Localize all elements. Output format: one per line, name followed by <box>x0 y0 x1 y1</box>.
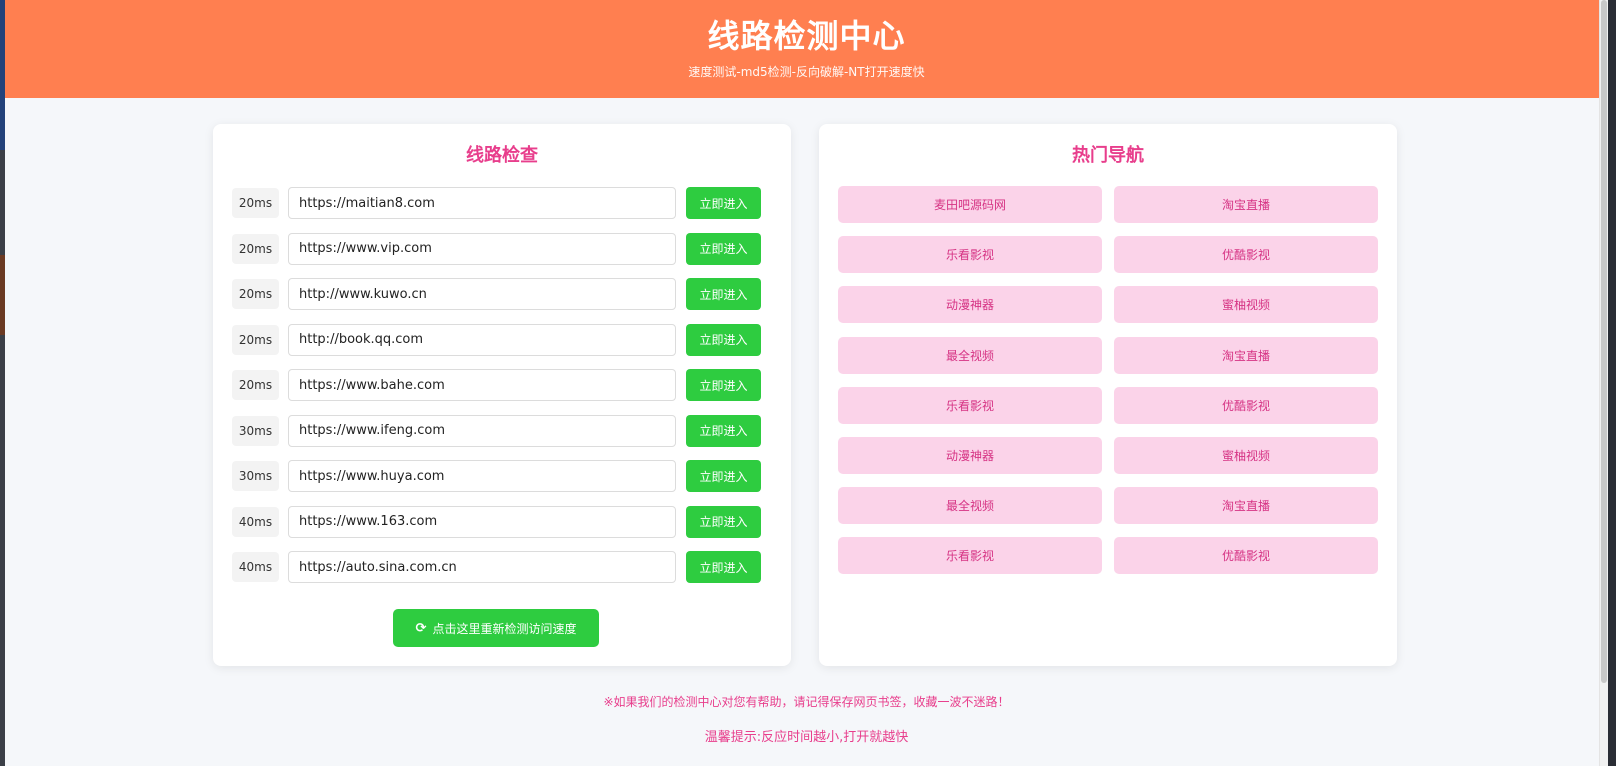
line-check-title: 线路检查 <box>466 145 538 166</box>
page-scrollbar[interactable] <box>1599 0 1608 766</box>
enter-button[interactable]: 立即进入 <box>686 505 761 538</box>
refresh-icon: ⟳ <box>415 620 427 636</box>
line-row: 20ms https://www.vip.com 立即进入 <box>232 232 772 266</box>
url-field[interactable]: http://www.kuwo.cn <box>288 278 676 310</box>
latency-badge: 20ms <box>232 279 279 309</box>
line-row: 40ms https://auto.sina.com.cn 立即进入 <box>232 550 772 584</box>
hot-nav-link[interactable]: 优酷影视 <box>1114 537 1378 575</box>
page-title: 线路检测中心 <box>707 17 906 55</box>
hot-nav-link[interactable]: 乐看影视 <box>838 537 1102 575</box>
hot-nav-link[interactable]: 淘宝直播 <box>1114 487 1378 525</box>
url-field[interactable]: https://maitian8.com <box>288 187 676 219</box>
enter-button[interactable]: 立即进入 <box>686 232 761 265</box>
url-field[interactable]: https://www.huya.com <box>288 460 676 492</box>
latency-badge: 20ms <box>232 233 279 264</box>
line-row: 30ms https://www.huya.com 立即进入 <box>232 459 772 493</box>
hot-nav-link[interactable]: 优酷影视 <box>1114 236 1378 274</box>
latency-badge: 20ms <box>232 188 279 218</box>
enter-button[interactable]: 立即进入 <box>686 369 761 401</box>
latency-badge: 20ms <box>232 370 279 400</box>
footer-tip: 温馨提示:反应时间越小,打开就越快 <box>704 730 909 745</box>
recheck-button[interactable]: ⟳ 点击这里重新检测访问速度 <box>393 609 599 647</box>
recheck-label: 点击这里重新检测访问速度 <box>432 621 577 636</box>
line-row: 20ms http://www.kuwo.cn 立即进入 <box>232 277 772 311</box>
enter-button[interactable]: 立即进入 <box>686 414 761 447</box>
hot-nav-title: 热门导航 <box>1072 145 1144 166</box>
browser-page: 线路检测中心 速度测试-md5检测-反向破解-NT打开速度快 线路检查 20ms… <box>5 0 1608 766</box>
url-field[interactable]: https://www.vip.com <box>288 232 676 265</box>
hot-nav-link[interactable]: 乐看影视 <box>838 386 1102 424</box>
enter-button[interactable]: 立即进入 <box>686 187 761 219</box>
page-subtitle: 速度测试-md5检测-反向破解-NT打开速度快 <box>688 65 925 79</box>
line-row: 30ms https://www.ifeng.com 立即进入 <box>232 414 772 448</box>
latency-badge: 40ms <box>232 506 279 537</box>
latency-badge: 20ms <box>232 324 279 355</box>
url-field[interactable]: https://auto.sina.com.cn <box>288 551 676 583</box>
line-row: 20ms http://book.qq.com 立即进入 <box>232 323 772 357</box>
page-header: 线路检测中心 速度测试-md5检测-反向破解-NT打开速度快 <box>5 0 1608 98</box>
scrollbar-thumb[interactable] <box>1601 0 1607 683</box>
latency-badge: 30ms <box>232 415 279 446</box>
line-check-list: 20ms https://maitian8.com 立即进入 20ms https://… <box>232 186 772 596</box>
hot-nav-link[interactable]: 最全视频 <box>838 487 1102 525</box>
url-field[interactable]: https://www.ifeng.com <box>288 414 676 447</box>
line-check-card: 线路检查 20ms https://maitian8.com 立即进入 20ms htt… <box>213 124 791 666</box>
hot-nav-link[interactable]: 动漫神器 <box>838 436 1102 474</box>
enter-button[interactable]: 立即进入 <box>686 460 761 492</box>
hot-nav-card: 热门导航 麦田吧源码网 淘宝直播 乐看影视 优酷影视 动漫神器 蜜柚视频 最全视频 淘宝直播乐… <box>819 124 1397 666</box>
line-row: 20ms https://maitian8.com 立即进入 <box>232 186 772 220</box>
hot-nav-link[interactable]: 淘宝直播 <box>1114 336 1378 374</box>
latency-badge: 30ms <box>232 461 279 491</box>
hot-nav-link[interactable]: 最全视频 <box>838 336 1102 374</box>
hot-nav-link[interactable]: 动漫神器 <box>838 286 1102 324</box>
url-field[interactable]: https://www.163.com <box>288 505 676 538</box>
hot-nav-link[interactable]: 蜜柚视频 <box>1114 436 1378 474</box>
enter-button[interactable]: 立即进入 <box>686 278 761 310</box>
enter-button[interactable]: 立即进入 <box>686 323 761 356</box>
footer-bookmark-note: ※如果我们的检测中心对您有帮助，请记得保存网页书签，收藏一波不迷路！ <box>603 695 1010 709</box>
enter-button[interactable]: 立即进入 <box>686 551 761 583</box>
hot-nav-link[interactable]: 乐看影视 <box>838 236 1102 274</box>
line-row: 20ms https://www.bahe.com 立即进入 <box>232 368 772 402</box>
hot-nav-link[interactable]: 麦田吧源码网 <box>838 186 1102 223</box>
hot-nav-link[interactable]: 淘宝直播 <box>1114 186 1378 223</box>
url-field[interactable]: http://book.qq.com <box>288 323 676 356</box>
url-field[interactable]: https://www.bahe.com <box>288 369 676 401</box>
hot-nav-grid: 麦田吧源码网 淘宝直播 乐看影视 优酷影视 动漫神器 蜜柚视频 最全视频 淘宝直播 乐看影视 优酷… <box>838 186 1378 575</box>
latency-badge: 40ms <box>232 552 279 582</box>
line-row: 40ms https://www.163.com 立即进入 <box>232 505 772 539</box>
hot-nav-link[interactable]: 蜜柚视频 <box>1114 286 1378 324</box>
hot-nav-link[interactable]: 优酷影视 <box>1114 386 1378 424</box>
